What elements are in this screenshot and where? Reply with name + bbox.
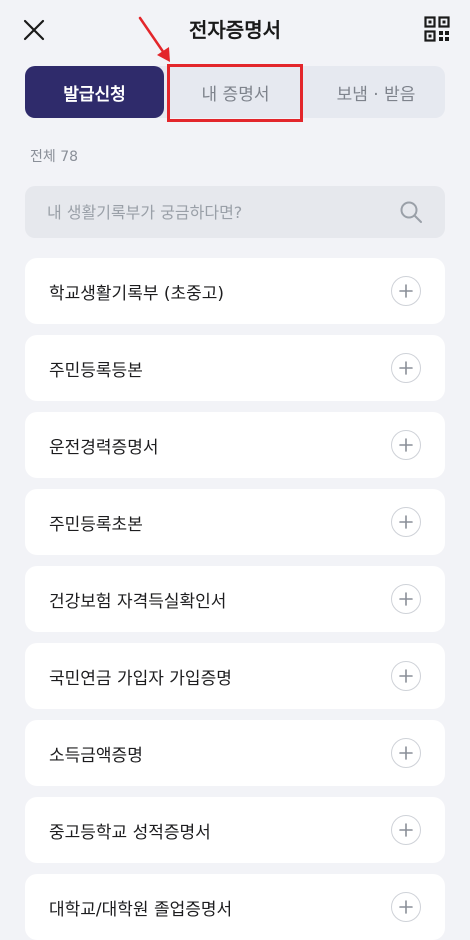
- list-item-label: 소득금액증명: [49, 745, 143, 766]
- tab-my-certificates[interactable]: 내 증명서: [168, 66, 303, 118]
- search-icon[interactable]: [399, 200, 423, 224]
- screen: 전자증명서 발급신청 내 증명서 보냄 · 받음 전체 78 내 생활기록부가 …: [0, 0, 470, 940]
- list-item-label: 학교생활기록부 (초중고): [49, 283, 225, 304]
- list-item-label: 주민등록등본: [49, 360, 143, 381]
- list-item[interactable]: 운전경력증명서: [25, 412, 445, 478]
- search-bar: [25, 186, 445, 238]
- certificate-list: 학교생활기록부 (초중고) 주민등록등본 운전경력증명서 주민등록초본 건강보험…: [25, 258, 445, 940]
- list-item-label: 건강보험 자격득실확인서: [49, 591, 227, 612]
- plus-icon[interactable]: [391, 815, 421, 845]
- plus-icon[interactable]: [391, 661, 421, 691]
- list-item-label: 주민등록초본: [49, 514, 143, 535]
- header: 전자증명서: [0, 0, 470, 60]
- list-item-label: 중고등학교 성적증명서: [49, 822, 211, 843]
- page-title: 전자증명서: [189, 18, 281, 42]
- list-item[interactable]: 건강보험 자격득실확인서: [25, 566, 445, 632]
- qr-code-icon: [424, 16, 450, 42]
- list-item[interactable]: 주민등록초본: [25, 489, 445, 555]
- plus-icon[interactable]: [391, 507, 421, 537]
- list-item[interactable]: 중고등학교 성적증명서: [25, 797, 445, 863]
- list-item[interactable]: 국민연금 가입자 가입증명: [25, 643, 445, 709]
- plus-icon[interactable]: [391, 738, 421, 768]
- list-item[interactable]: 주민등록등본: [25, 335, 445, 401]
- plus-icon[interactable]: [391, 353, 421, 383]
- list-item[interactable]: 소득금액증명: [25, 720, 445, 786]
- total-count: 전체 78: [30, 149, 79, 165]
- list-item[interactable]: 대학교/대학원 졸업증명서: [25, 874, 445, 940]
- tab-issue-request[interactable]: 발급신청: [25, 66, 164, 118]
- plus-icon[interactable]: [391, 892, 421, 922]
- search-input[interactable]: [47, 202, 377, 222]
- list-item-label: 국민연금 가입자 가입증명: [49, 668, 232, 689]
- qr-code-button[interactable]: [422, 14, 452, 44]
- list-item-label: 대학교/대학원 졸업증명서: [49, 899, 233, 920]
- plus-icon[interactable]: [391, 276, 421, 306]
- plus-icon[interactable]: [391, 430, 421, 460]
- list-item-label: 운전경력증명서: [49, 437, 159, 458]
- segmented-tabs: 발급신청 내 증명서 보냄 · 받음: [25, 66, 445, 118]
- plus-icon[interactable]: [391, 584, 421, 614]
- tab-sent-received[interactable]: 보냄 · 받음: [307, 66, 445, 118]
- list-item[interactable]: 학교생활기록부 (초중고): [25, 258, 445, 324]
